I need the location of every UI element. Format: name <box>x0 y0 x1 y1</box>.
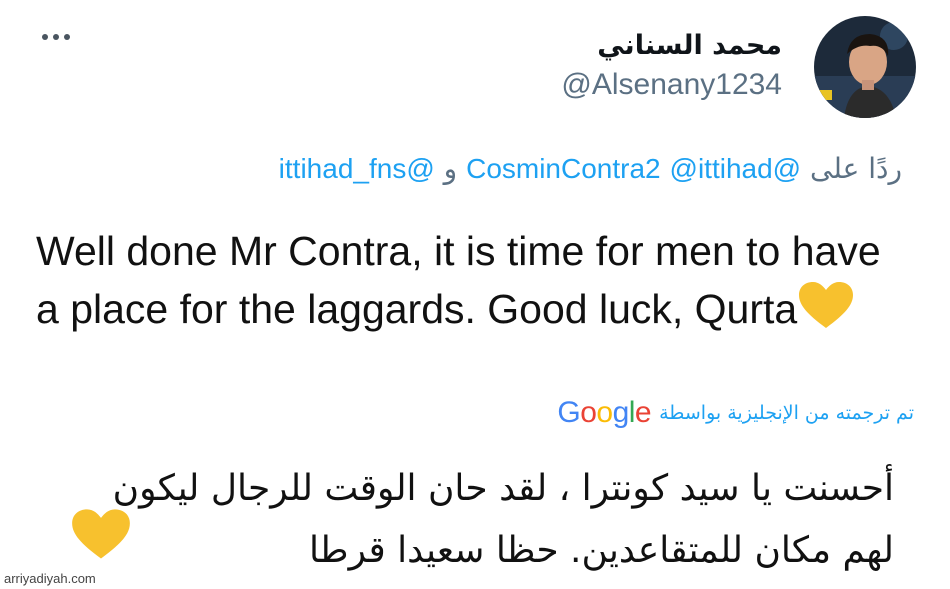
google-letter-e: e <box>634 396 652 429</box>
google-letter-o2: o <box>596 396 613 429</box>
translated-text: أحسنت يا سيد كونترا ، لقد حان الوقت للرج… <box>112 468 894 571</box>
replying-to-line: ردًا على @CosminContra2 @ittihad و @itti… <box>279 152 902 185</box>
more-dot-icon <box>53 34 59 40</box>
google-letter-g2: g <box>612 396 630 429</box>
google-logo-icon: Google <box>557 396 651 430</box>
google-letter-o1: o <box>580 396 597 429</box>
watermark: arriyadiyah.com <box>4 571 96 586</box>
avatar-photo-icon <box>814 16 916 118</box>
translated-by-google-link[interactable]: تم ترجمته من الإنجليزية بواسطة Google <box>557 396 914 430</box>
conjunction-label: و <box>443 152 458 185</box>
more-options-button[interactable] <box>38 28 74 46</box>
more-dot-icon <box>64 34 70 40</box>
yellow-heart-icon <box>797 281 855 346</box>
replying-to-label: ردًا على <box>810 152 902 185</box>
mention-link[interactable]: @ittihad_fns <box>279 153 435 184</box>
more-dot-icon <box>42 34 48 40</box>
author-handle[interactable]: @Alsenany1234 <box>561 68 782 102</box>
author-name[interactable]: محمد السناني <box>597 30 782 61</box>
yellow-heart-icon <box>70 508 132 567</box>
google-letter-g: G <box>557 396 581 429</box>
tweet-text: Well done Mr Contra, it is time for men … <box>36 222 906 346</box>
tweet-body: Well done Mr Contra, it is time for men … <box>36 228 881 332</box>
translated-by-label: تم ترجمته من الإنجليزية بواسطة <box>659 402 914 424</box>
mention-link[interactable]: @ittihad <box>670 153 773 184</box>
avatar[interactable] <box>814 16 916 118</box>
